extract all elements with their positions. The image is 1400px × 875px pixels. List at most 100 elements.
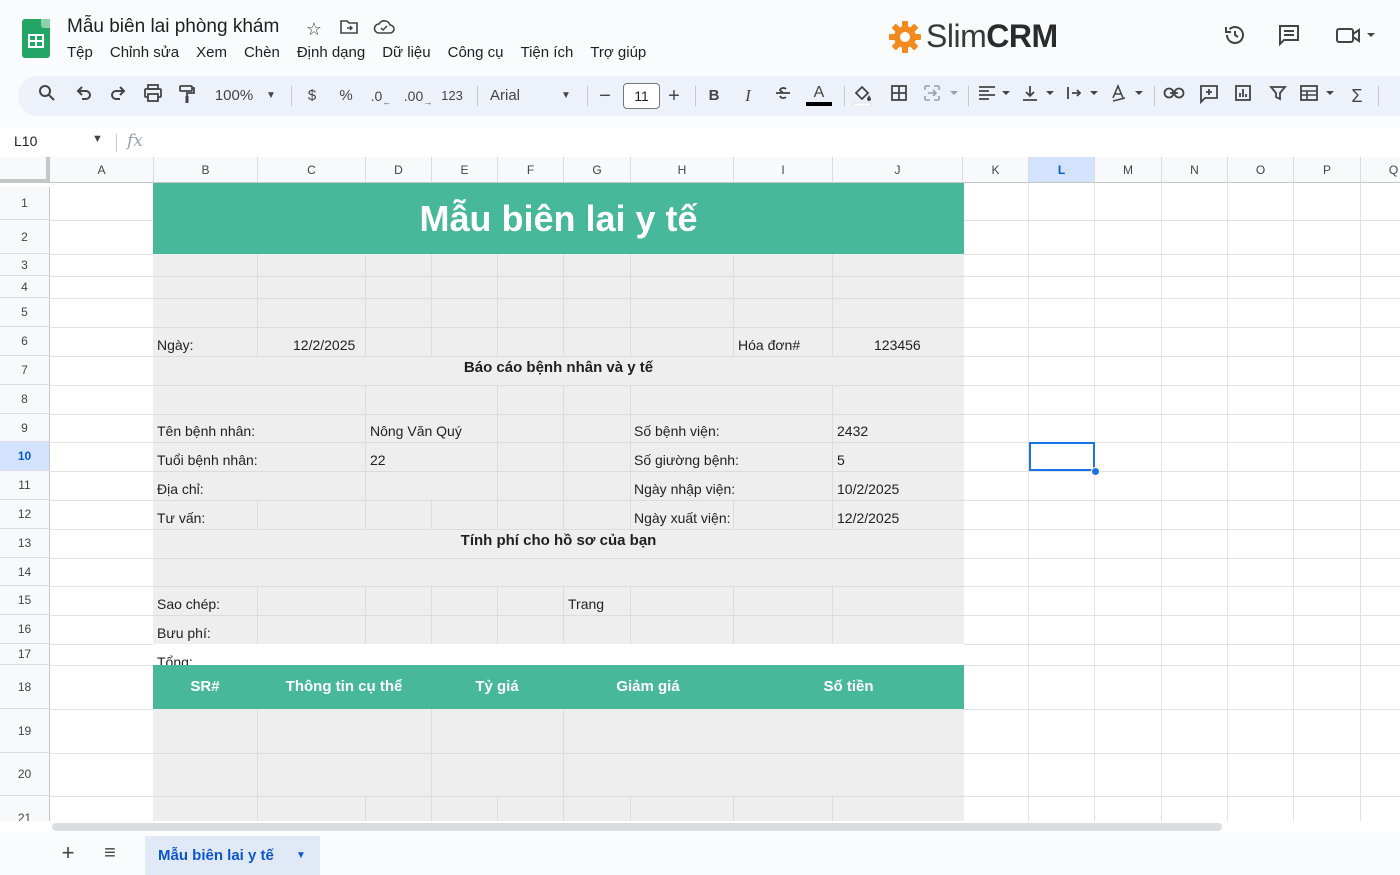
- name-box-caret-icon[interactable]: ▼: [92, 133, 103, 145]
- row-header[interactable]: 3: [0, 254, 50, 276]
- column-header[interactable]: D: [366, 157, 432, 183]
- fill-handle[interactable]: [1091, 467, 1100, 476]
- sheets-logo-icon[interactable]: [22, 19, 50, 58]
- date-label[interactable]: Ngày:: [157, 337, 194, 353]
- copy-label[interactable]: Sao chép:: [157, 596, 220, 612]
- patient-age-value[interactable]: 22: [370, 452, 386, 468]
- table-views-icon[interactable]: [1299, 84, 1337, 108]
- functions-icon[interactable]: Σ: [1346, 84, 1368, 108]
- admission-date-value[interactable]: 10/2/2025: [837, 481, 899, 497]
- receipt-title[interactable]: Mẫu biên lai y tế: [153, 183, 964, 254]
- insert-comment-icon[interactable]: [1198, 84, 1220, 108]
- row-header[interactable]: 8: [0, 385, 50, 414]
- column-header[interactable]: K: [963, 157, 1029, 183]
- row-header[interactable]: 12: [0, 500, 50, 529]
- menu-data[interactable]: Dữ liệu: [382, 44, 438, 61]
- invoice-label[interactable]: Hóa đơn#: [738, 337, 800, 353]
- insert-chart-icon[interactable]: [1232, 84, 1254, 108]
- invoice-value[interactable]: 123456: [874, 337, 921, 353]
- row-header[interactable]: 14: [0, 558, 50, 586]
- postage-label[interactable]: Bưu phí:: [157, 625, 211, 641]
- active-cell-selection[interactable]: [1029, 442, 1095, 471]
- undo-icon[interactable]: [73, 84, 95, 108]
- menu-insert[interactable]: Chèn: [244, 44, 288, 61]
- sheet-grid[interactable]: A B C D E F G H I J K L M N O P Q 1 2 3 …: [0, 157, 1400, 821]
- increase-font-size-icon[interactable]: +: [666, 84, 682, 108]
- zoom-caret-icon[interactable]: ▼: [264, 84, 278, 108]
- discount-column-header[interactable]: Giảm giá: [563, 665, 733, 709]
- currency-format-button[interactable]: $: [302, 84, 322, 108]
- borders-icon[interactable]: [888, 84, 910, 108]
- address-label[interactable]: Địa chỉ:: [157, 481, 204, 497]
- column-header[interactable]: Q: [1361, 157, 1400, 183]
- name-box[interactable]: L10: [14, 133, 37, 149]
- discharge-date-value[interactable]: 12/2/2025: [837, 510, 899, 526]
- meet-video-icon[interactable]: [1335, 23, 1379, 51]
- row-header[interactable]: 11: [0, 471, 50, 500]
- menu-tools[interactable]: Công cụ: [448, 44, 512, 61]
- star-icon[interactable]: ☆: [303, 18, 325, 40]
- patient-name-value[interactable]: Nông Văn Quý: [370, 423, 462, 439]
- column-header[interactable]: J: [833, 157, 963, 183]
- row-header[interactable]: 19: [0, 709, 50, 753]
- menu-edit[interactable]: Chỉnh sửa: [110, 44, 187, 61]
- number-format-button[interactable]: 123: [439, 84, 465, 108]
- decrease-font-size-icon[interactable]: −: [597, 84, 613, 108]
- discharge-date-label[interactable]: Ngày xuất viện:: [634, 510, 731, 526]
- row-header[interactable]: 18: [0, 665, 50, 709]
- menu-help[interactable]: Trợ giúp: [590, 44, 654, 61]
- hospital-number-label[interactable]: Số bệnh viện:: [634, 423, 720, 439]
- row-header[interactable]: 2: [0, 220, 50, 254]
- column-header[interactable]: P: [1294, 157, 1361, 183]
- italic-button[interactable]: I: [740, 84, 756, 108]
- sheet-tab-caret-icon[interactable]: ▼: [296, 850, 306, 861]
- search-menus-icon[interactable]: [36, 84, 58, 108]
- increase-decimal-button[interactable]: .00→: [403, 84, 433, 108]
- date-value[interactable]: 12/2/2025: [293, 337, 355, 353]
- details-column-header[interactable]: Thông tin cụ thể: [257, 665, 431, 709]
- font-family-select[interactable]: Arial: [490, 84, 530, 108]
- page-label[interactable]: Trang: [568, 596, 604, 612]
- version-history-icon[interactable]: [1221, 23, 1249, 51]
- patient-report-title[interactable]: Báo cáo bệnh nhân và y tế: [153, 359, 964, 376]
- fill-color-icon[interactable]: [851, 84, 873, 108]
- menu-view[interactable]: Xem: [196, 44, 235, 61]
- vertical-align-icon[interactable]: [1021, 84, 1057, 108]
- row-header[interactable]: 4: [0, 276, 50, 298]
- horizontal-scrollbar[interactable]: [0, 821, 1400, 833]
- sr-column-header[interactable]: SR#: [153, 665, 257, 709]
- zoom-select[interactable]: 100%: [212, 84, 256, 108]
- add-sheet-icon[interactable]: +: [56, 841, 80, 865]
- column-header[interactable]: H: [631, 157, 734, 183]
- column-header[interactable]: M: [1095, 157, 1162, 183]
- row-header[interactable]: 6: [0, 327, 50, 356]
- column-header[interactable]: A: [50, 157, 154, 183]
- bed-number-label[interactable]: Số giường bệnh:: [634, 452, 739, 468]
- rate-column-header[interactable]: Tỷ giá: [431, 665, 563, 709]
- column-header[interactable]: I: [734, 157, 833, 183]
- column-header[interactable]: E: [432, 157, 498, 183]
- filter-icon[interactable]: [1267, 84, 1289, 108]
- charges-title[interactable]: Tính phí cho hồ sơ của bạn: [153, 532, 964, 549]
- menu-extensions[interactable]: Tiện ích: [520, 44, 581, 61]
- consultation-label[interactable]: Tư vấn:: [157, 510, 205, 526]
- document-title[interactable]: Mẫu biên lai phòng khám: [67, 16, 279, 38]
- row-header[interactable]: 9: [0, 414, 50, 442]
- text-rotation-icon[interactable]: [1110, 83, 1146, 108]
- merge-cells-icon[interactable]: [923, 84, 961, 108]
- row-header[interactable]: 21: [0, 796, 50, 821]
- select-all-corner[interactable]: [0, 157, 50, 183]
- patient-name-label[interactable]: Tên bệnh nhân:: [157, 423, 255, 439]
- row-header-selected[interactable]: 10: [0, 442, 50, 471]
- amount-column-header[interactable]: Số tiền: [733, 665, 964, 709]
- row-header[interactable]: 16: [0, 615, 50, 644]
- hospital-number-value[interactable]: 2432: [837, 423, 868, 439]
- menu-format[interactable]: Định dạng: [297, 44, 373, 61]
- print-icon[interactable]: [142, 84, 164, 108]
- column-header[interactable]: G: [564, 157, 631, 183]
- row-header[interactable]: 7: [0, 356, 50, 385]
- percent-format-button[interactable]: %: [336, 84, 356, 108]
- strikethrough-icon[interactable]: [773, 84, 793, 108]
- row-header[interactable]: 13: [0, 529, 50, 558]
- menu-file[interactable]: Tệp: [67, 44, 101, 61]
